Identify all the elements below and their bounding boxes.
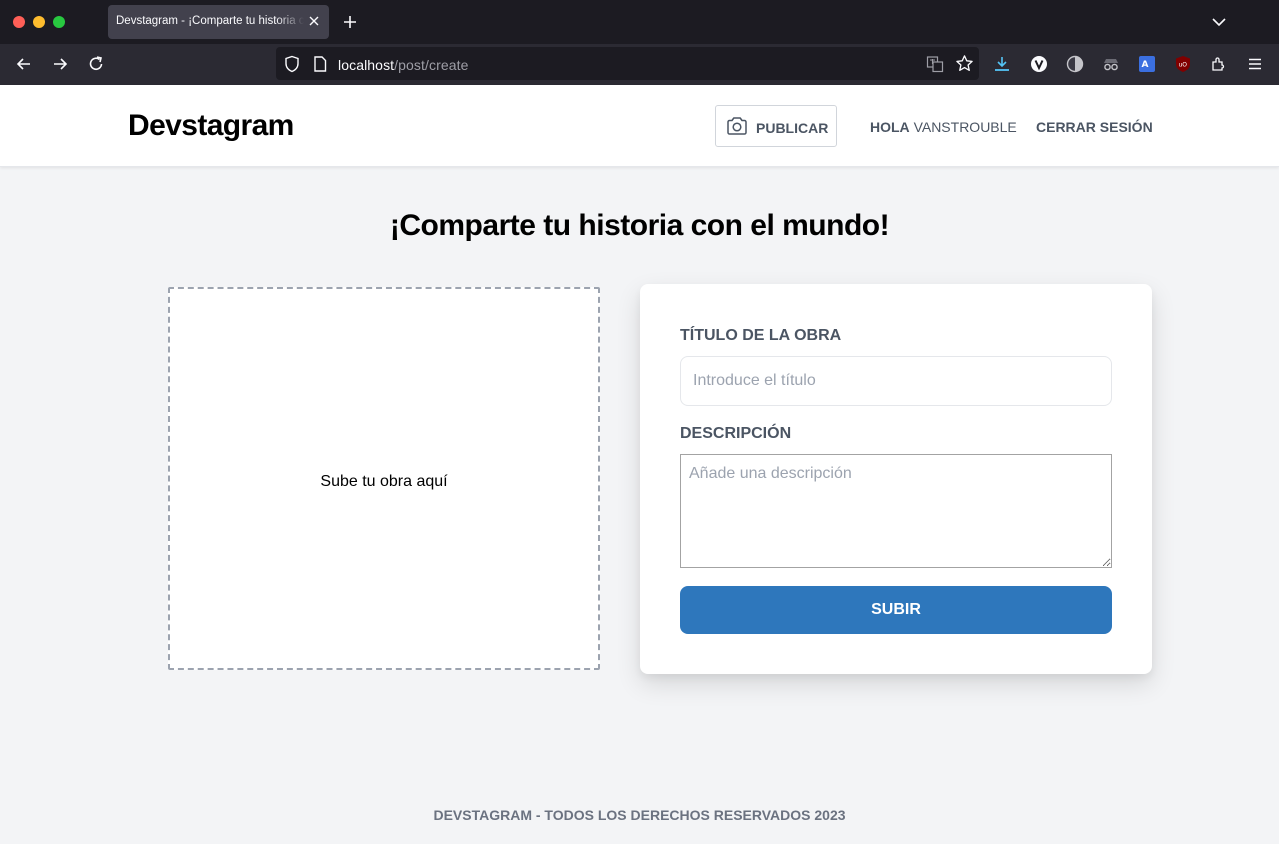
minimize-window-button[interactable] <box>33 16 45 28</box>
upload-dropzone[interactable]: Sube tu obra aquí <box>168 287 600 670</box>
address-bar[interactable]: localhost/post/create <box>276 47 979 80</box>
svg-text:uO: uO <box>1179 62 1188 69</box>
download-icon[interactable] <box>993 55 1011 73</box>
page-title: ¡Comparte tu historia con el mundo! <box>389 209 890 242</box>
back-icon[interactable] <box>14 54 34 74</box>
shield-icon[interactable] <box>284 55 300 73</box>
description-label: DESCRIPCIÓN <box>680 425 792 442</box>
bookmark-star-icon[interactable] <box>955 54 974 73</box>
site-logo[interactable]: Devstagram <box>128 109 294 143</box>
description-textarea[interactable] <box>680 454 1112 568</box>
chevron-down-icon[interactable] <box>1210 14 1228 30</box>
greeting-text: HOLA <box>870 119 910 135</box>
publish-label: PUBLICAR <box>756 120 829 136</box>
username: VANSTROUBLE <box>913 119 1017 135</box>
logout-button[interactable]: CERRAR SESIÓN <box>1036 119 1153 135</box>
extensions-icon[interactable] <box>1210 55 1228 73</box>
new-tab-icon[interactable] <box>341 13 359 31</box>
maximize-window-button[interactable] <box>53 16 65 28</box>
close-icon[interactable] <box>306 13 322 29</box>
extension-spy-icon[interactable] <box>1102 55 1120 73</box>
url-host: localhost <box>338 57 395 73</box>
title-label: TÍTULO DE LA OBRA <box>680 327 842 344</box>
title-input[interactable] <box>680 356 1112 406</box>
page-icon[interactable] <box>313 56 327 72</box>
translate-icon[interactable] <box>926 55 944 73</box>
dropzone-message: Sube tu obra aquí <box>320 473 448 490</box>
extension-translate-icon[interactable]: A <box>1138 55 1156 73</box>
publish-button[interactable]: PUBLICAR <box>715 105 837 147</box>
url-text: localhost/post/create <box>338 57 469 73</box>
submit-button[interactable]: SUBIR <box>680 586 1112 634</box>
ublock-icon[interactable]: uO <box>1174 55 1192 73</box>
menu-icon[interactable] <box>1246 55 1264 73</box>
forward-icon[interactable] <box>50 54 70 74</box>
camera-icon <box>727 117 747 135</box>
site-header: Devstagram PUBLICAR HOLA VANSTROUBLE CER… <box>0 85 1279 167</box>
site-footer: DEVSTAGRAM - TODOS LOS DERECHOS RESERVAD… <box>433 807 846 823</box>
post-form: TÍTULO DE LA OBRA DESCRIPCIÓN SUBIR <box>640 284 1152 674</box>
extension-dark-icon[interactable] <box>1066 55 1084 73</box>
reload-icon[interactable] <box>86 54 106 74</box>
extension-v-icon[interactable] <box>1030 55 1048 73</box>
svg-text:A: A <box>1142 60 1149 70</box>
close-window-button[interactable] <box>13 16 25 28</box>
browser-tab[interactable]: Devstagram - ¡Comparte tu historia con e… <box>108 5 329 39</box>
browser-navbar: localhost/post/create A uO <box>0 44 1279 85</box>
url-path: /post/create <box>394 57 469 73</box>
user-greeting[interactable]: HOLA VANSTROUBLE <box>870 119 1017 135</box>
browser-titlebar: Devstagram - ¡Comparte tu historia con e… <box>0 0 1279 44</box>
page-content: Devstagram PUBLICAR HOLA VANSTROUBLE CER… <box>0 85 1279 844</box>
tab-title: Devstagram - ¡Comparte tu historia con e… <box>116 15 304 27</box>
